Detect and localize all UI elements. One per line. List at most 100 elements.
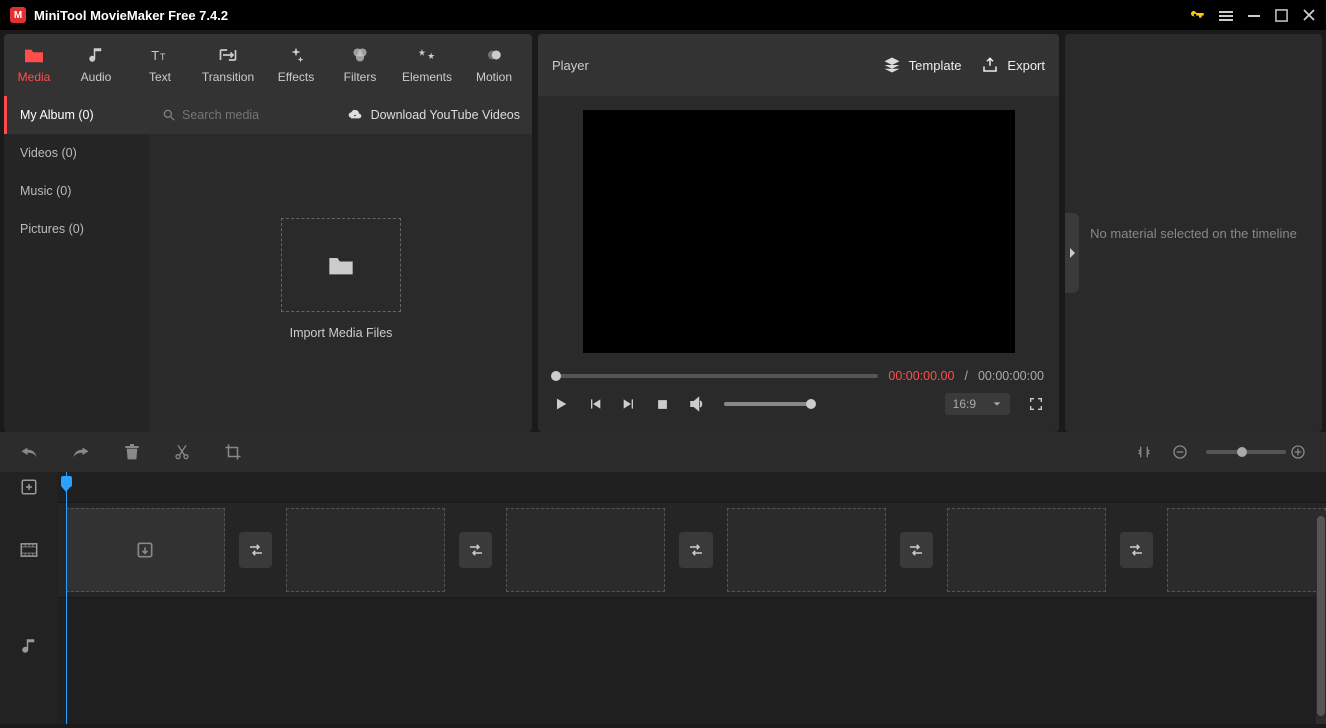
sidebar-item-pictures[interactable]: Pictures (0) bbox=[4, 210, 150, 248]
folder-icon bbox=[23, 46, 45, 64]
sparkle-icon bbox=[287, 46, 305, 64]
export-icon bbox=[981, 56, 999, 74]
delete-icon[interactable] bbox=[124, 443, 140, 461]
clip-slot[interactable] bbox=[286, 508, 445, 592]
properties-panel: No material selected on the timeline bbox=[1065, 34, 1322, 432]
maximize-icon[interactable] bbox=[1275, 9, 1288, 22]
volume-thumb[interactable] bbox=[806, 399, 816, 409]
redo-icon[interactable] bbox=[72, 444, 90, 460]
video-track-icon bbox=[0, 502, 58, 598]
tab-filters[interactable]: Filters bbox=[328, 34, 392, 96]
import-label: Import Media Files bbox=[290, 326, 393, 340]
play-icon[interactable] bbox=[553, 396, 569, 412]
tab-label: Effects bbox=[278, 70, 314, 84]
prev-frame-icon[interactable] bbox=[587, 396, 603, 412]
stars-icon bbox=[417, 46, 437, 64]
audio-track-icon bbox=[0, 598, 58, 694]
sidebar-item-label: My Album (0) bbox=[20, 108, 94, 122]
clip-slot[interactable] bbox=[506, 508, 665, 592]
tab-label: Motion bbox=[476, 70, 512, 84]
expand-handle[interactable] bbox=[1065, 213, 1079, 293]
timeline-ruler[interactable] bbox=[58, 472, 1326, 502]
video-preview bbox=[583, 110, 1015, 353]
timeline-tracks bbox=[58, 472, 1326, 724]
timeline-gutter bbox=[0, 472, 58, 724]
timeline-area bbox=[0, 432, 1326, 724]
transition-icon bbox=[218, 46, 238, 64]
hamburger-menu-icon[interactable] bbox=[1219, 9, 1233, 21]
tab-transition[interactable]: Transition bbox=[192, 34, 264, 96]
export-label: Export bbox=[1007, 58, 1045, 73]
zoom-thumb[interactable] bbox=[1237, 447, 1247, 457]
tab-label: Text bbox=[149, 70, 171, 84]
zoom-in-icon[interactable] bbox=[1290, 444, 1306, 460]
sidebar-item-my-album[interactable]: My Album (0) bbox=[4, 96, 150, 134]
sidebar-item-videos[interactable]: Videos (0) bbox=[4, 134, 150, 172]
tab-label: Audio bbox=[81, 70, 112, 84]
volume-icon[interactable] bbox=[688, 395, 706, 413]
scrubber: 00:00:00.00 / 00:00:00:00 bbox=[553, 369, 1044, 383]
audio-track[interactable] bbox=[58, 598, 1326, 694]
clip-slot[interactable] bbox=[727, 508, 886, 592]
import-media-button[interactable] bbox=[281, 218, 401, 312]
transition-slot[interactable] bbox=[1120, 532, 1153, 568]
split-icon[interactable] bbox=[174, 443, 190, 461]
layers-icon bbox=[883, 56, 901, 74]
playhead[interactable] bbox=[66, 472, 67, 724]
media-toolbar: Download YouTube Videos bbox=[150, 96, 532, 134]
next-frame-icon[interactable] bbox=[621, 396, 637, 412]
title-bar: M MiniTool MovieMaker Free 7.4.2 bbox=[0, 0, 1326, 30]
clip-slot[interactable] bbox=[1167, 508, 1326, 592]
app-logo: M bbox=[10, 7, 26, 23]
aspect-ratio-select[interactable]: 16:9 bbox=[945, 393, 1010, 415]
crop-icon[interactable] bbox=[224, 443, 242, 461]
scrollbar-thumb[interactable] bbox=[1317, 516, 1325, 716]
tab-elements[interactable]: Elements bbox=[392, 34, 462, 96]
zoom-slider[interactable] bbox=[1206, 450, 1286, 454]
sidebar-item-music[interactable]: Music (0) bbox=[4, 172, 150, 210]
license-key-icon[interactable] bbox=[1189, 7, 1205, 23]
scrubber-track[interactable] bbox=[553, 374, 878, 378]
tab-label: Filters bbox=[344, 70, 377, 84]
fullscreen-icon[interactable] bbox=[1028, 396, 1044, 412]
transition-slot[interactable] bbox=[679, 532, 712, 568]
vertical-scrollbar[interactable] bbox=[1316, 512, 1326, 724]
undo-icon[interactable] bbox=[20, 444, 38, 460]
minimize-icon[interactable] bbox=[1247, 8, 1261, 22]
search-input[interactable] bbox=[182, 108, 302, 122]
zoom-out-icon[interactable] bbox=[1172, 444, 1188, 460]
clip-slot[interactable] bbox=[66, 508, 225, 592]
time-sep: / bbox=[964, 369, 967, 383]
video-track[interactable] bbox=[58, 502, 1326, 598]
download-youtube-link[interactable]: Download YouTube Videos bbox=[347, 108, 520, 122]
tab-text[interactable]: TT Text bbox=[128, 34, 192, 96]
tab-audio[interactable]: Audio bbox=[64, 34, 128, 96]
music-note-icon bbox=[87, 46, 105, 64]
scrubber-thumb[interactable] bbox=[551, 371, 561, 381]
text-icon: TT bbox=[150, 46, 170, 64]
template-label: Template bbox=[909, 58, 962, 73]
transition-slot[interactable] bbox=[239, 532, 272, 568]
export-button[interactable]: Export bbox=[981, 56, 1045, 74]
add-track-button[interactable] bbox=[0, 472, 58, 502]
tab-effects[interactable]: Effects bbox=[264, 34, 328, 96]
filters-icon bbox=[350, 46, 370, 64]
clip-slot[interactable] bbox=[947, 508, 1106, 592]
tab-media[interactable]: Media bbox=[4, 34, 64, 96]
tab-label: Media bbox=[18, 70, 51, 84]
auto-fit-icon[interactable] bbox=[1136, 444, 1152, 460]
top-tabs: Media Audio TT Text Transition bbox=[4, 34, 532, 96]
player-title: Player bbox=[552, 58, 863, 73]
time-total: 00:00:00:00 bbox=[978, 369, 1044, 383]
tab-label: Transition bbox=[202, 70, 254, 84]
close-icon[interactable] bbox=[1302, 8, 1316, 22]
transition-slot[interactable] bbox=[459, 532, 492, 568]
tab-motion[interactable]: Motion bbox=[462, 34, 526, 96]
transition-slot[interactable] bbox=[900, 532, 933, 568]
search-icon bbox=[162, 108, 176, 122]
aspect-value: 16:9 bbox=[953, 397, 976, 411]
template-button[interactable]: Template bbox=[883, 56, 962, 74]
cloud-download-icon bbox=[347, 108, 363, 122]
volume-slider[interactable] bbox=[724, 402, 814, 406]
stop-icon[interactable] bbox=[655, 397, 670, 412]
